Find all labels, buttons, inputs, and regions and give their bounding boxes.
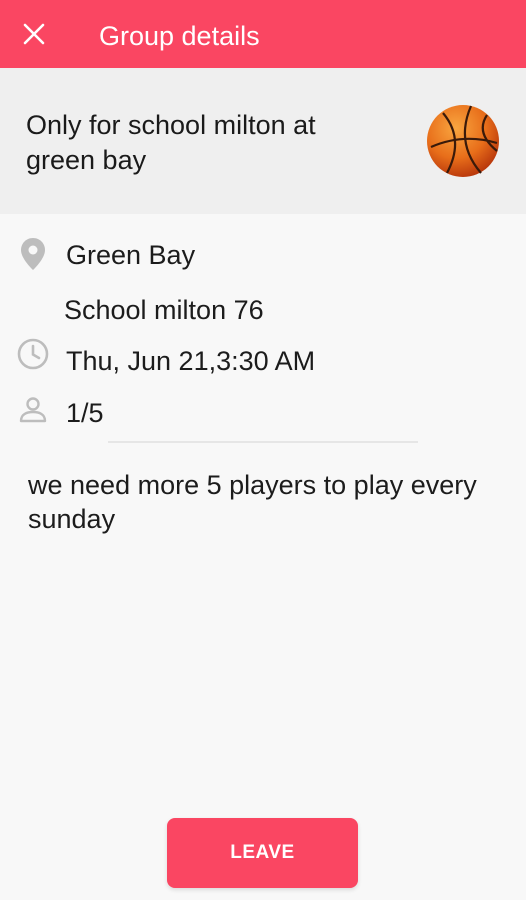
location-pin-icon [19, 236, 47, 272]
divider [108, 441, 418, 443]
group-description: we need more 5 players to play every sun… [28, 470, 477, 534]
close-button[interactable] [18, 18, 50, 50]
page-title: Group details [99, 21, 260, 51]
basketball-icon [425, 103, 501, 179]
group-name: Only for school milton at green bay [26, 110, 316, 175]
event-datetime: Thu, Jun 21,3:30 AM [66, 346, 316, 376]
clock-icon [16, 337, 50, 371]
person-icon [18, 395, 48, 425]
close-icon [23, 23, 45, 45]
app-bar: Group details [0, 0, 526, 68]
players-count: 1/5 [66, 398, 104, 428]
location-city: Green Bay [66, 240, 196, 270]
leave-button[interactable]: LEAVE [167, 818, 358, 888]
location-address: School milton 76 [64, 295, 264, 325]
